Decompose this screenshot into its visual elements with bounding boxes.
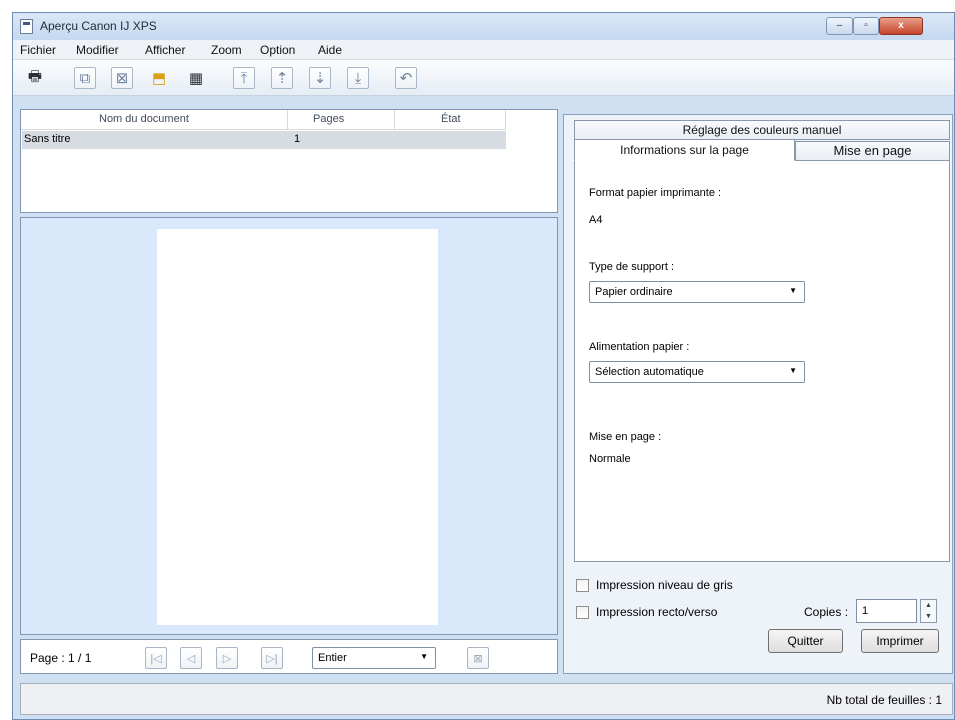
menu-modifier[interactable]: Modifier	[76, 43, 119, 57]
minimize-button[interactable]: –	[826, 17, 853, 35]
page-preview-area[interactable]	[20, 217, 558, 635]
page-navigation-bar: Page : 1 / 1 |◁ ◁ ▷ ▷| Entier ▼ ⊠	[20, 639, 558, 674]
zoom-select-value: Entier	[318, 652, 347, 664]
page-layout-value: Normale	[589, 453, 631, 465]
column-pages[interactable]: Pages	[313, 113, 344, 125]
paper-source-label: Alimentation papier :	[589, 341, 690, 353]
copies-label: Copies :	[804, 605, 849, 619]
media-type-select[interactable]: Papier ordinaire ▼	[589, 281, 805, 303]
paper-source-value: Sélection automatique	[595, 366, 704, 378]
prev-page-icon[interactable]: ◁	[180, 647, 202, 669]
total-sheets-status: Nb total de feuilles : 1	[826, 693, 942, 707]
column-state[interactable]: État	[441, 113, 461, 125]
printer-paper-size-label: Format papier imprimante :	[589, 187, 722, 199]
maximize-button[interactable]: ▫	[853, 17, 879, 35]
document-list: Nom du document Pages État Sans titre 1	[20, 109, 558, 213]
tab-color-adjustment[interactable]: Réglage des couleurs manuel	[574, 120, 950, 140]
print-button[interactable]: Imprimer	[861, 629, 939, 653]
window-title: Aperçu Canon IJ XPS	[40, 19, 157, 33]
app-window: Aperçu Canon IJ XPS – ▫ x Fichier Modifi…	[12, 12, 955, 720]
copies-value: 1	[862, 605, 869, 617]
printer-paper-size-value: A4	[589, 214, 603, 226]
chevron-down-icon: ▼	[420, 652, 428, 661]
move-first-icon[interactable]: ⤒	[233, 67, 255, 89]
doc-settings-icon[interactable]: ⬒	[148, 67, 170, 89]
title-bar: Aperçu Canon IJ XPS – ▫ x	[13, 13, 954, 40]
move-up-icon[interactable]: ⇡	[271, 67, 293, 89]
paper-source-select[interactable]: Sélection automatique ▼	[589, 361, 805, 383]
table-row[interactable]: Sans titre 1	[22, 131, 506, 149]
zoom-select[interactable]: Entier ▼	[312, 647, 436, 669]
page-layout-label: Mise en page :	[589, 431, 662, 443]
duplex-label[interactable]: Impression recto/verso	[596, 605, 717, 619]
grayscale-label[interactable]: Impression niveau de gris	[596, 578, 733, 592]
undo-icon[interactable]: ↶	[395, 67, 417, 89]
move-last-icon[interactable]: ⤓	[347, 67, 369, 89]
duplex-checkbox[interactable]	[576, 606, 589, 619]
thumbnail-view-icon[interactable]: ▦	[185, 67, 207, 89]
page-preview	[157, 229, 438, 625]
toolbar: 🖶 ⧉ ⊠ ⬒ ▦ ⤒ ⇡ ⇣ ⤓ ↶	[13, 60, 954, 96]
chevron-down-icon: ▼	[789, 366, 797, 375]
app-icon	[20, 19, 33, 34]
copies-input[interactable]: 1	[856, 599, 917, 623]
tab-page-info[interactable]: Informations sur la page	[574, 139, 795, 161]
document-pages-cell: 1	[294, 133, 301, 145]
copies-spinner[interactable]: ▲ ▼	[920, 599, 937, 623]
settings-panel: Réglage des couleurs manuel Informations…	[563, 114, 953, 674]
media-type-value: Papier ordinaire	[595, 286, 673, 298]
next-page-icon[interactable]: ▷	[216, 647, 238, 669]
menu-aide[interactable]: Aide	[318, 43, 342, 57]
close-button[interactable]: x	[879, 17, 923, 35]
tab-page-layout[interactable]: Mise en page	[795, 141, 950, 161]
page-counter: Page : 1 / 1	[30, 651, 92, 665]
menu-bar: Fichier Modifier Afficher Zoom Option Ai…	[13, 40, 954, 60]
document-name-cell: Sans titre	[24, 133, 71, 145]
chevron-down-icon: ▼	[789, 286, 797, 295]
menu-fichier[interactable]: Fichier	[20, 43, 56, 57]
column-document-name[interactable]: Nom du document	[99, 113, 189, 125]
print-icon[interactable]: 🖶	[24, 67, 46, 89]
first-page-icon[interactable]: |◁	[145, 647, 167, 669]
page-info-pane: Format papier imprimante : A4 Type de su…	[574, 160, 950, 562]
menu-zoom[interactable]: Zoom	[211, 43, 242, 57]
combine-doc-icon[interactable]: ⧉	[74, 67, 96, 89]
media-type-label: Type de support :	[589, 261, 674, 273]
status-bar: Nb total de feuilles : 1	[20, 683, 953, 715]
grayscale-checkbox[interactable]	[576, 579, 589, 592]
menu-afficher[interactable]: Afficher	[145, 43, 185, 57]
delete-page-icon[interactable]: ⊠	[467, 647, 489, 669]
document-list-header: Nom du document Pages État	[21, 110, 506, 130]
quit-button[interactable]: Quitter	[768, 629, 843, 653]
last-page-icon[interactable]: ▷|	[261, 647, 283, 669]
menu-option[interactable]: Option	[260, 43, 295, 57]
delete-doc-icon[interactable]: ⊠	[111, 67, 133, 89]
move-down-icon[interactable]: ⇣	[309, 67, 331, 89]
